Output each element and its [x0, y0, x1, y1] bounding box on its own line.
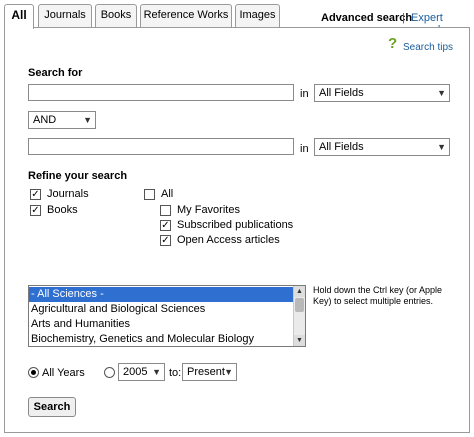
advanced-search-label: Advanced search [321, 12, 413, 24]
open-access-checkbox-label: Open Access articles [177, 234, 280, 246]
all-years-radio[interactable] [28, 367, 39, 378]
list-item[interactable]: - All Sciences - [29, 287, 294, 302]
all-access-checkbox-label: All [161, 188, 174, 200]
field-select-2-value: All Fields [319, 141, 364, 153]
to-year-value: Present [187, 366, 225, 378]
subscribed-publications-checkbox[interactable]: ✓ [160, 220, 171, 231]
in-label-1: in [300, 88, 309, 100]
field-select-1-value: All Fields [319, 87, 364, 99]
chevron-down-icon: ▼ [152, 367, 161, 377]
refine-heading: Refine your search [28, 170, 128, 182]
open-access-checkbox[interactable]: ✓ [160, 235, 171, 246]
books-checkbox-label: Books [47, 204, 78, 216]
multi-select-hint: Hold down the Ctrl key (or Apple Key) to… [313, 285, 443, 306]
journals-checkbox[interactable]: ✓ [30, 189, 41, 200]
search-term-1-input[interactable] [28, 84, 294, 101]
journals-checkbox-label: Journals [47, 188, 89, 200]
boolean-operator-select[interactable]: AND ▼ [28, 111, 96, 129]
chevron-down-icon: ▼ [83, 115, 92, 125]
subject-area-listbox[interactable]: - All Sciences - Agricultural and Biolog… [28, 285, 306, 347]
tab-reference-works[interactable]: Reference Works [140, 4, 232, 27]
search-for-heading: Search for [28, 67, 83, 79]
scroll-thumb[interactable] [295, 298, 304, 312]
tab-images[interactable]: Images [235, 4, 280, 27]
to-year-select[interactable]: Present ▼ [182, 363, 237, 381]
list-item[interactable]: Arts and Humanities [29, 317, 294, 332]
all-years-label: All Years [42, 367, 85, 379]
chevron-down-icon: ▼ [437, 88, 446, 98]
listbox-scrollbar[interactable]: ▲ ▼ [293, 286, 305, 346]
from-year-value: 2005 [123, 366, 148, 378]
chevron-down-icon: ▼ [224, 367, 233, 377]
my-favorites-checkbox[interactable] [160, 205, 171, 216]
books-checkbox[interactable]: ✓ [30, 205, 41, 216]
in-label-2: in [300, 143, 309, 155]
tab-books[interactable]: Books [95, 4, 137, 27]
field-select-1[interactable]: All Fields ▼ [314, 84, 450, 102]
from-year-select[interactable]: 2005 ▼ [118, 363, 165, 381]
subscribed-publications-checkbox-label: Subscribed publications [177, 219, 294, 231]
radio-selected-dot [31, 370, 36, 375]
year-range-radio[interactable] [104, 367, 115, 378]
search-term-2-input[interactable] [28, 138, 294, 155]
list-item[interactable]: Agricultural and Biological Sciences [29, 302, 294, 317]
list-item[interactable]: Biochemistry, Genetics and Molecular Bio… [29, 332, 294, 346]
my-favorites-checkbox-label: My Favorites [177, 204, 240, 216]
tab-journals[interactable]: Journals [38, 4, 92, 27]
scroll-up-icon[interactable]: ▲ [294, 286, 305, 297]
boolean-operator-value: AND [33, 114, 57, 126]
all-access-checkbox[interactable] [144, 189, 155, 200]
header-separator: | [402, 12, 405, 24]
tab-all[interactable]: All [4, 4, 34, 29]
scroll-down-icon[interactable]: ▼ [294, 335, 305, 346]
field-select-2[interactable]: All Fields ▼ [314, 138, 450, 156]
help-icon[interactable]: ? [388, 36, 397, 52]
search-button[interactable]: Search [28, 397, 76, 417]
search-tips-link[interactable]: Search tips [403, 42, 453, 53]
chevron-down-icon: ▼ [437, 142, 446, 152]
to-label: to: [169, 367, 182, 379]
